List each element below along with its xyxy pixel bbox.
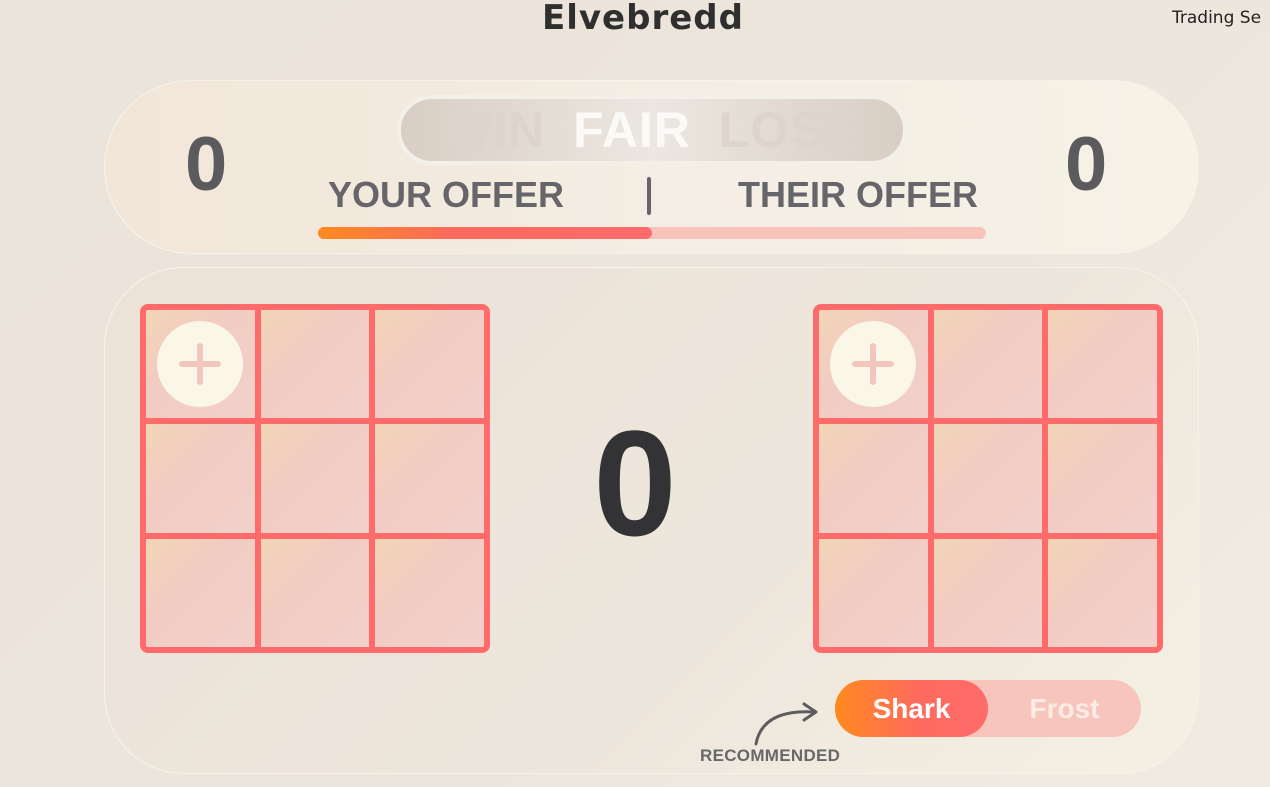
your-item-slot[interactable] <box>146 538 255 647</box>
their-item-slot[interactable] <box>1048 424 1157 533</box>
their-item-slot[interactable] <box>819 538 928 647</box>
your-item-slot[interactable] <box>260 424 370 533</box>
elvebredd-logo[interactable]: Elvebredd <box>542 0 744 38</box>
verdict-lose: LOSE <box>718 102 860 158</box>
their-offer-label: THEIR OFFER <box>738 174 978 215</box>
mode-toggle: Shark Frost <box>835 680 1141 737</box>
plus-icon <box>852 343 894 385</box>
mode-frost-button[interactable]: Frost <box>988 680 1141 737</box>
plus-icon <box>179 343 221 385</box>
their-add-item-button[interactable] <box>830 321 916 407</box>
their-item-slot[interactable] <box>1048 310 1157 419</box>
verdict-win: WIN <box>444 102 546 158</box>
their-item-grid <box>813 304 1163 653</box>
their-item-slot[interactable] <box>819 310 928 419</box>
score-panel: 0 WIN FAIR LOSE YOUR OFFER THEIR OFFER 0 <box>104 80 1199 254</box>
your-item-slot[interactable] <box>375 310 484 419</box>
offer-balance-bar <box>318 227 986 239</box>
your-item-slot[interactable] <box>375 538 484 647</box>
nav-link-trading[interactable]: Trading Se <box>1172 8 1261 28</box>
their-item-slot[interactable] <box>933 310 1043 419</box>
their-item-slot[interactable] <box>1048 538 1157 647</box>
your-add-item-button[interactable] <box>157 321 243 407</box>
your-offer-value: 0 <box>185 122 228 207</box>
their-item-slot[interactable] <box>933 538 1043 647</box>
your-item-slot[interactable] <box>260 310 370 419</box>
your-item-slot[interactable] <box>375 424 484 533</box>
offer-balance-fill <box>318 227 652 239</box>
recommended-arrow-icon <box>754 702 818 746</box>
recommended-label: RECOMMENDED <box>700 746 841 765</box>
verdict-fair: FAIR <box>573 102 691 158</box>
mode-shark-button[interactable]: Shark <box>835 680 988 737</box>
your-item-grid <box>140 304 490 653</box>
verdict-indicator: WIN FAIR LOSE <box>397 95 907 165</box>
your-offer-label: YOUR OFFER <box>328 174 565 215</box>
your-item-slot[interactable] <box>146 310 255 419</box>
offer-divider <box>647 177 651 215</box>
your-item-slot[interactable] <box>260 538 370 647</box>
their-offer-value: 0 <box>1065 122 1108 207</box>
their-item-slot[interactable] <box>933 424 1043 533</box>
their-item-slot[interactable] <box>819 424 928 533</box>
your-item-slot[interactable] <box>146 424 255 533</box>
